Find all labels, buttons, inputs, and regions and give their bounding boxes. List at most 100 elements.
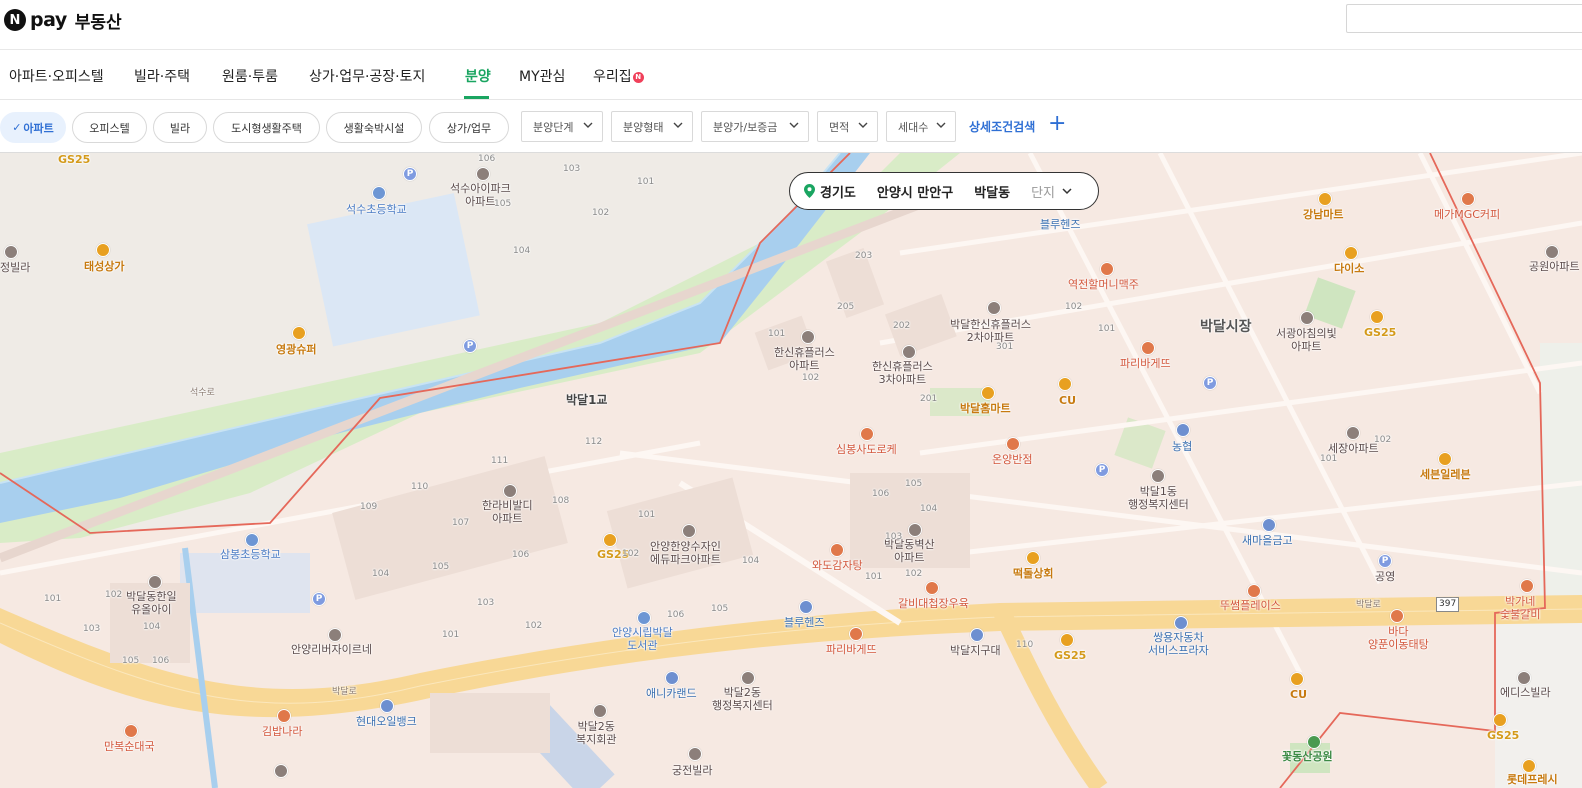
chip-apartment[interactable]: ✓ 아파트 xyxy=(0,112,66,143)
dropdown-price[interactable]: 분양가/보증금 xyxy=(701,111,809,142)
active-tab-underline xyxy=(464,96,489,99)
food-icon xyxy=(925,581,939,595)
shop-icon xyxy=(1060,633,1074,647)
location-selector[interactable]: 경기도 안양시 만안구 박달동 단지 xyxy=(789,172,1099,210)
poi-yeokjeon[interactable]: 역전할머니맥주 xyxy=(1068,278,1139,291)
poi-gongwon[interactable]: 공원아파트 xyxy=(1529,260,1580,273)
chip-officetel[interactable]: 오피스텔 xyxy=(72,112,147,143)
dropdown-presale-stage[interactable]: 분양단계 xyxy=(521,111,603,142)
dropdown-households[interactable]: 세대수 xyxy=(886,111,956,142)
poi-gs25[interactable]: GS25 xyxy=(58,153,90,166)
building-number: 104 xyxy=(143,622,161,632)
poi-seoguang[interactable]: 서광아침의빛 아파트 xyxy=(1276,327,1337,353)
poi-ddeokdol[interactable]: 떡돌상회 xyxy=(1013,567,1053,580)
dropdown-presale-type[interactable]: 분양형태 xyxy=(611,111,693,142)
poi-simbong[interactable]: 심봉사도로케 xyxy=(836,443,897,456)
tab-commercial[interactable]: 상가·업무·공장·토지 xyxy=(309,66,425,86)
poi-taesung[interactable]: 태성상가 xyxy=(84,260,124,273)
poi-tous[interactable]: 뚜썸플레이스 xyxy=(1220,599,1281,612)
poi-cu[interactable]: CU xyxy=(1290,688,1307,701)
tab-my-home[interactable]: 우리집 N xyxy=(593,66,644,86)
apartment-icon xyxy=(682,524,696,538)
location-city[interactable]: 안양시 만안구 xyxy=(877,182,953,201)
poi-paris[interactable]: 파리바게뜨 xyxy=(1120,357,1171,370)
bluehens-icon xyxy=(799,600,813,614)
poi-bakdal1gyo[interactable]: 박달1교 xyxy=(566,394,607,407)
poi-ssangyong[interactable]: 쌍용자동차 서비스프라자 xyxy=(1148,631,1209,657)
poi-bada[interactable]: 바다 양푼이동태탕 xyxy=(1368,625,1429,651)
building-number: 108 xyxy=(552,496,570,506)
poi-lotte[interactable]: 롯데프레시 xyxy=(1507,773,1558,786)
coffee-icon xyxy=(1247,584,1261,598)
building-number: 106 xyxy=(872,489,890,499)
poi-bluehens[interactable]: 블루헨즈 xyxy=(1040,218,1080,231)
chip-residence-hotel[interactable]: 생활숙박시설 xyxy=(326,112,422,143)
poi-gungjeon[interactable]: 궁전빌라 xyxy=(672,764,712,777)
poi-flower-park[interactable]: 꽃동산공원 xyxy=(1282,750,1333,763)
poi-animal[interactable]: 애니카랜드 xyxy=(646,687,697,700)
poi-bakdal-market[interactable]: 박달시장 xyxy=(1200,320,1252,334)
location-dong[interactable]: 박달동 xyxy=(974,182,1010,201)
dropdown-area[interactable]: 면적 xyxy=(817,111,878,142)
chevron-down-icon xyxy=(858,122,868,128)
poi-jeongbilla[interactable]: 정빌라 xyxy=(0,261,30,274)
chip-urban-housing[interactable]: 도시형생활주택 xyxy=(213,112,320,143)
poi-onyang[interactable]: 온양반점 xyxy=(992,453,1032,466)
poi-edis[interactable]: 에디스빌라 xyxy=(1500,686,1551,699)
poi-bakdal2-welfare[interactable]: 박달2동 복지회관 xyxy=(576,720,616,746)
poi-seven[interactable]: 세븐일레븐 xyxy=(1420,468,1471,481)
chip-villa[interactable]: 빌라 xyxy=(153,112,207,143)
building-number: 301 xyxy=(996,342,1014,352)
poi-mega[interactable]: 메가MGC커피 xyxy=(1434,208,1500,221)
poi-gimbap[interactable]: 김밥나라 xyxy=(262,725,302,738)
poi-gongyoung[interactable]: 공영 xyxy=(1375,570,1395,583)
poi-gs25[interactable]: GS25 xyxy=(1487,729,1519,742)
poi-wado[interactable]: 와도감자탕 xyxy=(812,559,863,572)
parking-icon: P xyxy=(463,339,477,353)
poi-hansin3[interactable]: 한신휴플러스 3차아파트 xyxy=(872,360,933,386)
poi-bakdal-jigu[interactable]: 박달지구대 xyxy=(950,644,1001,657)
poi-nonghyup[interactable]: 농협 xyxy=(1172,440,1192,453)
poi-hanra[interactable]: 한라비발디 아파트 xyxy=(482,499,533,525)
poi-bakdal-hansin2[interactable]: 박달한신휴플러스 2차아파트 xyxy=(950,318,1031,344)
poi-daiso[interactable]: 다이소 xyxy=(1334,262,1364,275)
chip-commercial[interactable]: 상가/업무 xyxy=(429,112,509,143)
poi-bakganae[interactable]: 박가네 숯불갈비 xyxy=(1500,595,1540,621)
location-province[interactable]: 경기도 xyxy=(820,182,856,201)
poi-saemaeul[interactable]: 새마을금고 xyxy=(1242,534,1293,547)
tab-apartment-officetel[interactable]: 아파트·오피스텔 xyxy=(9,66,104,86)
tab-oneroom-tworoom[interactable]: 원룸·투룸 xyxy=(222,66,278,86)
poi-anyang-hanyang[interactable]: 안양한양수자인 에듀파크아파트 xyxy=(650,540,721,566)
poi-bakdal1dong[interactable]: 박달1동 행정복지센터 xyxy=(1128,485,1189,511)
poi-anyang-river[interactable]: 안양리버자이르네 xyxy=(291,643,372,656)
map-canvas[interactable]: GS25 석수초등학교 P 석수아이파크 아파트 106 103 101 102… xyxy=(0,153,1582,788)
poi-samsung-school[interactable]: 삼봉초등학교 xyxy=(220,548,281,561)
tab-villa-house[interactable]: 빌라·주택 xyxy=(134,66,190,86)
chevron-down-icon[interactable] xyxy=(1061,185,1073,197)
poi-mansun[interactable]: 만복순대국 xyxy=(104,740,155,753)
poi-paris[interactable]: 파리바게뜨 xyxy=(826,643,877,656)
location-mode[interactable]: 단지 xyxy=(1031,182,1055,201)
plus-icon[interactable]: + xyxy=(1048,111,1066,136)
poi-gs25[interactable]: GS25 xyxy=(1054,649,1086,662)
logo[interactable]: N pay 부동산 xyxy=(4,8,122,33)
poi-hyundai-oil[interactable]: 현대오일뱅크 xyxy=(356,715,417,728)
tab-presale[interactable]: 분양 xyxy=(465,66,491,86)
poi-bakdal2dong[interactable]: 박달2동 행정복지센터 xyxy=(712,686,773,712)
search-input[interactable] xyxy=(1346,4,1582,33)
tab-my-interest[interactable]: MY관심 xyxy=(519,66,565,86)
building-number: 111 xyxy=(491,456,509,466)
poi-gangnam[interactable]: 강남마트 xyxy=(1303,208,1343,221)
poi-younggwang[interactable]: 영광슈퍼 xyxy=(276,343,316,356)
building-number: 106 xyxy=(478,154,496,164)
poi-anyang-library[interactable]: 안양시립박달 도서관 xyxy=(612,626,673,652)
poi-bakdal-hanil[interactable]: 박달동한일 유올아이 xyxy=(126,590,177,616)
poi-gs25[interactable]: GS25 xyxy=(1364,326,1396,339)
poi-seoksu-school[interactable]: 석수초등학교 xyxy=(346,203,407,216)
poi-galbi[interactable]: 갈비대첩장우육 xyxy=(898,597,969,610)
poi-bakdal-home[interactable]: 박달홈마트 xyxy=(960,402,1011,415)
detail-search-button[interactable]: 상세조건검색 xyxy=(969,118,1035,135)
poi-hansin-apt[interactable]: 한신휴플러스 아파트 xyxy=(774,346,835,372)
poi-bluehens[interactable]: 블루헨즈 xyxy=(784,616,824,629)
poi-cu[interactable]: CU xyxy=(1059,394,1076,407)
